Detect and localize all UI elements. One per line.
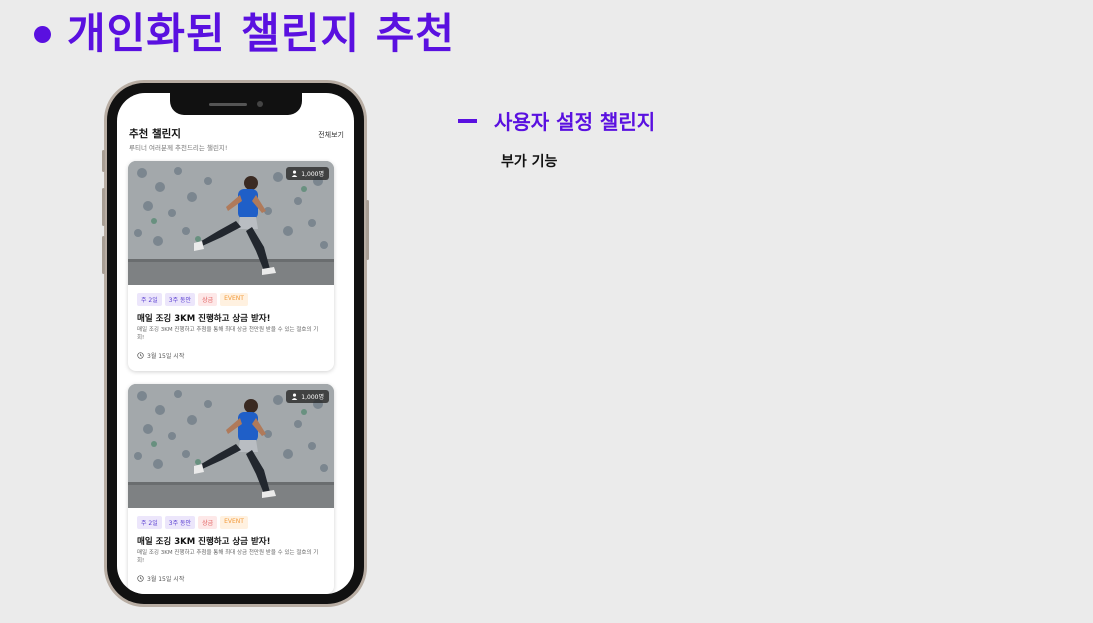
challenge-description: 매일 조깅 3KM 진행하고 추첨을 통해 최대 상금 천만원 받을 수 있는 … [137,550,319,564]
tag-list: 주 2일 3주 동안 상금 EVENT [137,293,248,306]
section-heading: 사용자 설정 챌린지 [458,106,655,135]
participant-count: 1,000명 [301,394,324,401]
tag-frequency: 주 2일 [137,293,162,306]
section-subtitle: 부가 기능 [501,154,558,170]
title-bullet [34,25,51,43]
clock-icon [137,575,144,582]
start-date-text: 3월 15일 시작 [147,353,185,360]
challenge-image: 1,000명 [128,161,334,285]
participant-count-badge: 1,000명 [286,390,329,403]
phone-notch [169,93,302,115]
challenge-description: 매일 조깅 3KM 진행하고 추첨을 통해 최대 상금 천만원 받을 수 있는 … [137,327,319,341]
slide-title-row: 개인화된 챌린지 추천 [34,6,455,62]
challenge-card[interactable]: 1,000명 주 2일 3주 동안 상금 EVENT 매일 조깅 3KM 진행하… [128,384,334,594]
participant-count-badge: 1,000명 [286,167,329,180]
speaker-grille [208,102,247,106]
tag-prize: 상금 [198,516,218,529]
participant-count: 1,000명 [301,171,324,178]
challenge-card[interactable]: 1,000명 주 2일 3주 동안 상금 EVENT 매일 조깅 3KM 진행하… [128,161,334,371]
slide-title: 개인화된 챌린지 추천 [67,9,456,58]
person-icon [291,393,298,400]
challenge-start-date: 3월 15일 시작 [137,574,184,583]
challenge-title: 매일 조깅 3KM 진행하고 상금 받자! [137,314,271,324]
tag-duration: 3주 동안 [164,516,196,529]
challenge-image: 1,000명 [128,384,334,508]
phone-mockup: 추천 챌린지 전체보기 루티너 여러분께 추천드리는 챌린지! 1,000명 주… [102,80,369,607]
tag-event: EVENT [220,293,248,306]
phone-screen: 추천 챌린지 전체보기 루티너 여러분께 추천드리는 챌린지! 1,000명 주… [117,93,354,594]
section-title: 사용자 설정 챌린지 [494,110,656,134]
view-all-link[interactable]: 전체보기 [318,130,344,140]
tag-event: EVENT [220,516,248,529]
tag-list: 주 2일 3주 동안 상금 EVENT [137,516,248,529]
tag-prize: 상금 [198,293,218,306]
phone-power-button [366,200,369,260]
challenge-start-date: 3월 15일 시작 [137,351,184,360]
phone-mute-button [102,150,105,172]
tag-duration: 3주 동안 [164,293,196,306]
section-dash [458,118,477,123]
app-subtitle: 루티너 여러분께 추천드리는 챌린지! [129,144,228,152]
app-header: 추천 챌린지 전체보기 [129,126,344,141]
clock-icon [137,352,144,359]
app-header-title: 추천 챌린지 [129,128,181,140]
phone-volume-down-button [102,236,105,274]
front-camera [256,101,263,107]
tag-frequency: 주 2일 [137,516,162,529]
person-icon [291,170,298,177]
challenge-title: 매일 조깅 3KM 진행하고 상금 받자! [137,537,271,547]
phone-volume-up-button [102,188,105,226]
start-date-text: 3월 15일 시작 [147,576,185,583]
